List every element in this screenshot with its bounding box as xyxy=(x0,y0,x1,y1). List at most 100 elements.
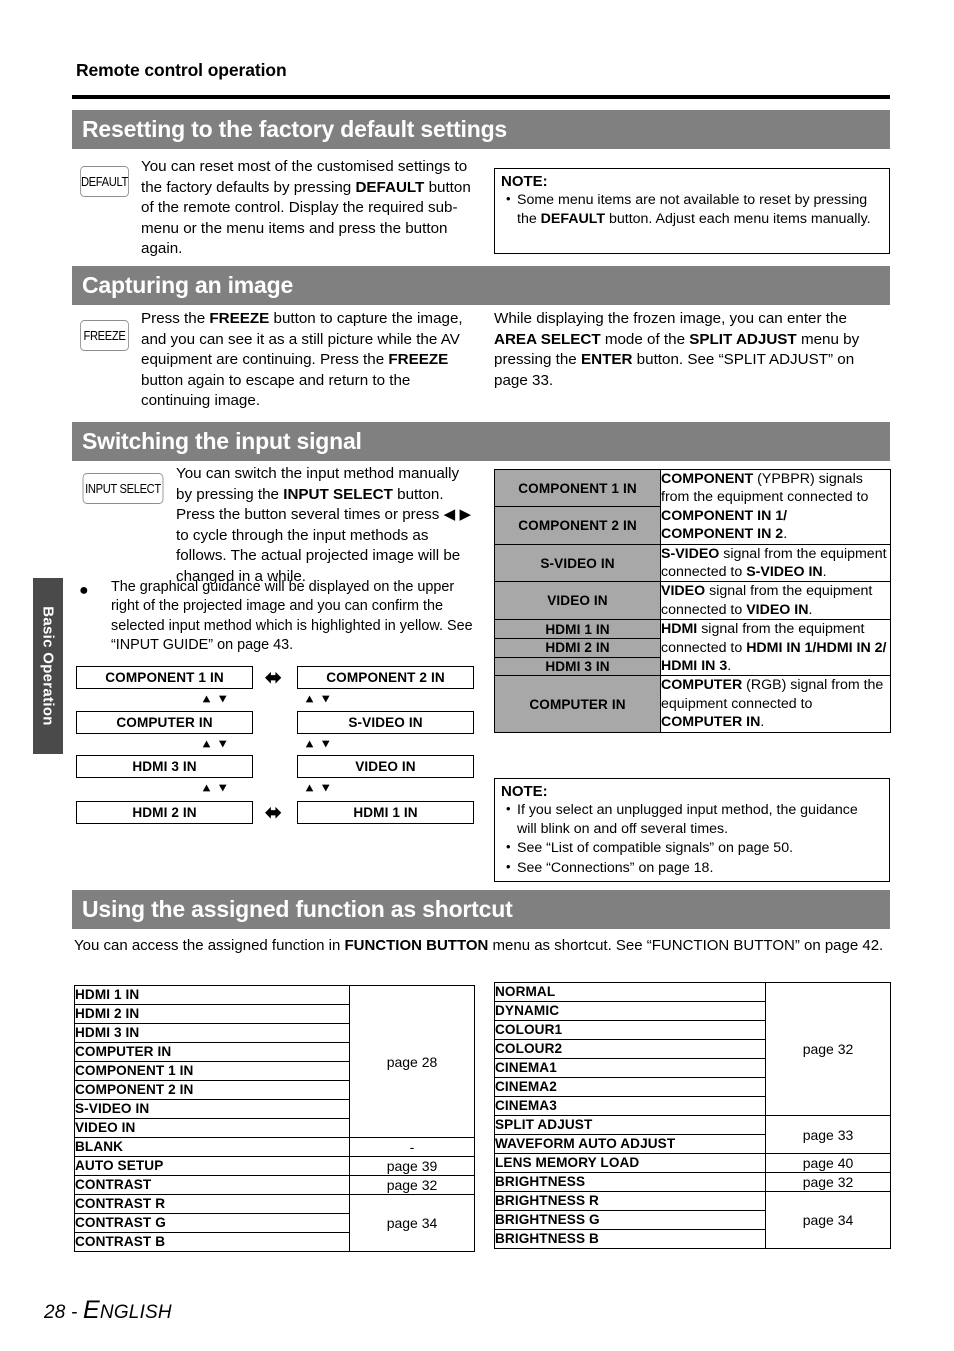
arrow-up-icon: ⯅ xyxy=(304,690,316,708)
table-row: VIDEO IN VIDEO signal from the equipment … xyxy=(494,581,891,621)
switching-bullet-text: The graphical guidance will be displayed… xyxy=(111,579,473,654)
table-row: HDMI 1 IN page 28 xyxy=(74,985,475,1138)
running-head: Remote control operation xyxy=(76,60,287,80)
shortcut-item-cell: CONTRAST G xyxy=(74,1213,350,1233)
shortcut-item-cell: WAVEFORM AUTO ADJUST xyxy=(494,1134,766,1154)
shortcut-item-cell: HDMI 1 IN xyxy=(74,985,350,1005)
shortcut-item-cell: BRIGHTNESS xyxy=(494,1172,766,1192)
table-row: BLANK - xyxy=(74,1137,475,1157)
table-row: BRIGHTNESS Rpage 34 xyxy=(494,1191,891,1249)
cycle-arrows-left-2: ⯅ ⯆ xyxy=(201,779,229,797)
shortcut-item-cell: LENS MEMORY LOAD xyxy=(494,1153,766,1173)
shortcut-item-cell: CINEMA2 xyxy=(494,1077,766,1097)
shortcut-item-cell: CONTRAST xyxy=(74,1175,350,1195)
cycle-arrows-right-1: ⯅ ⯆ xyxy=(304,735,332,753)
signal-label-cell: COMPONENT 1 IN xyxy=(494,468,661,508)
section-heading-switching: Switching the input signal xyxy=(72,422,890,461)
cycle-box-left-3: HDMI 2 IN xyxy=(76,801,253,824)
bullet-dot-icon: ● xyxy=(79,582,89,599)
header-rule xyxy=(72,95,890,99)
shortcut-item-cell: COMPUTER IN xyxy=(74,1042,350,1062)
shortcut-table-right: NORMAL page 32 DYNAMIC COLOUR1 COLOUR2 CINEMA… xyxy=(494,982,891,1249)
signal-label-cell: HDMI 1 IN xyxy=(494,619,661,639)
note-item: See “Connections” on page 18. xyxy=(506,858,881,878)
table-row: BRIGHTNESS page 32 xyxy=(494,1172,891,1192)
table-row: COMPUTER IN COMPUTER (RGB) signal from th… xyxy=(494,675,891,733)
signal-label-cell: COMPONENT 2 IN xyxy=(494,506,661,545)
document-page: Remote control operation Basic Operation… xyxy=(0,0,954,1351)
shortcut-page-cell: page 32 xyxy=(349,1175,475,1195)
signal-label-cell: HDMI 2 IN xyxy=(494,637,661,658)
arrow-down-icon: ⯆ xyxy=(320,779,332,797)
table-row: SPLIT ADJUST page 33 xyxy=(494,1115,891,1154)
cycle-arrows-left-0: ⯅ ⯆ xyxy=(201,690,229,708)
signal-label-cell: VIDEO IN xyxy=(494,581,661,621)
shortcut-page-cell: page 32 xyxy=(765,1172,891,1192)
note-item: If you select an unplugged input method,… xyxy=(506,800,881,838)
shortcut-page-cell: page 28 xyxy=(349,985,475,1138)
reset-body-text: You can reset most of the customised set… xyxy=(141,158,471,258)
shortcut-page-cell: page 39 xyxy=(349,1156,475,1176)
arrow-up-icon: ⯅ xyxy=(304,779,316,797)
signal-label-cell: S-VIDEO IN xyxy=(494,543,661,583)
arrow-up-icon: ⯅ xyxy=(304,735,316,753)
shortcut-item-cell: COLOUR1 xyxy=(494,1020,766,1040)
footer-page-number: 28 - xyxy=(44,1302,84,1323)
section-heading-reset: Resetting to the factory default setting… xyxy=(72,110,890,149)
table-row: AUTO SETUP page 39 xyxy=(74,1156,475,1176)
footer-language-rest: NGLISH xyxy=(99,1302,172,1323)
arrow-down-icon: ⯆ xyxy=(320,690,332,708)
chapter-tab-label: Basic Operation xyxy=(39,606,57,726)
cycle-box-left-1: COMPUTER IN xyxy=(76,711,253,734)
shortcut-item-cell: S-VIDEO IN xyxy=(74,1099,350,1119)
shortcut-page-cell: page 32 xyxy=(765,982,891,1116)
shortcut-item-cell: COMPONENT 2 IN xyxy=(74,1080,350,1100)
shortcut-page-cell: page 40 xyxy=(765,1153,891,1173)
shortcut-item-cell: CONTRAST B xyxy=(74,1232,350,1252)
note-list-reset: Some menu items are not available to res… xyxy=(495,190,889,233)
shortcut-page-cell: page 34 xyxy=(349,1194,475,1252)
shortcut-item-cell: COLOUR2 xyxy=(494,1039,766,1059)
shortcut-item-cell: NORMAL xyxy=(494,982,766,1002)
signal-description-cell: COMPONENT (YPBPR) signals from the equip… xyxy=(660,469,891,545)
note-title: NOTE: xyxy=(501,783,548,800)
arrow-up-icon: ⯅ xyxy=(201,779,213,797)
table-row: HDMI 1 IN HDMI signal from the equipment … xyxy=(494,619,891,677)
shortcut-item-cell: BRIGHTNESS B xyxy=(494,1229,766,1249)
cycle-box-right-3: HDMI 1 IN xyxy=(297,801,474,824)
arrow-down-icon: ⯆ xyxy=(320,735,332,753)
note-item: See “List of compatible signals” on page… xyxy=(506,838,881,858)
shortcut-item-cell: SPLIT ADJUST xyxy=(494,1115,766,1135)
note-title: NOTE: xyxy=(501,173,548,190)
table-row: LENS MEMORY LOAD page 40 xyxy=(494,1153,891,1173)
note-item: Some menu items are not available to res… xyxy=(506,190,881,228)
note-box-reset: NOTE: Some menu items are not available … xyxy=(494,168,890,254)
cycle-box-right-1: S-VIDEO IN xyxy=(297,711,474,734)
shortcut-item-cell: HDMI 3 IN xyxy=(74,1023,350,1043)
shortcut-item-cell: BRIGHTNESS G xyxy=(494,1210,766,1230)
arrow-up-icon: ⯅ xyxy=(201,735,213,753)
section-heading-shortcut: Using the assigned function as shortcut xyxy=(72,890,890,929)
signal-description-cell: HDMI signal from the equipment connected… xyxy=(660,619,891,677)
table-row: COMPONENT 1 IN COMPONENT (YPBPR) signals … xyxy=(494,468,891,545)
chapter-tab: Basic Operation xyxy=(33,578,63,754)
shortcut-page-cell: page 34 xyxy=(765,1191,891,1249)
arrow-down-icon: ⯆ xyxy=(217,735,229,753)
section-heading-capture: Capturing an image xyxy=(72,266,890,305)
shortcut-item-cell: HDMI 2 IN xyxy=(74,1004,350,1024)
arrow-down-icon: ⯆ xyxy=(217,690,229,708)
table-row: S-VIDEO IN S-VIDEO signal from the equipm… xyxy=(494,543,891,583)
footer-language-initial: E xyxy=(83,1296,100,1324)
cycle-box-left-0: COMPONENT 1 IN xyxy=(76,666,253,689)
cycle-box-right-0: COMPONENT 2 IN xyxy=(297,666,474,689)
arrow-down-icon: ⯆ xyxy=(217,779,229,797)
cycle-arrows-right-0: ⯅ ⯆ xyxy=(304,690,332,708)
cycle-arrow-horizontal-top: ⬌ xyxy=(265,667,282,689)
signal-description-cell: COMPUTER (RGB) signal from the equipment… xyxy=(660,675,891,733)
table-row: NORMAL page 32 xyxy=(494,982,891,1116)
note-box-switching: NOTE: If you select an unplugged input m… xyxy=(494,778,890,882)
shortcut-item-cell: BRIGHTNESS R xyxy=(494,1191,766,1211)
shortcut-table-left: HDMI 1 IN page 28 HDMI 2 IN HDMI 3 IN COMPUT… xyxy=(74,985,475,1252)
shortcut-page-cell: page 33 xyxy=(765,1115,891,1154)
capture-body-left: Press the FREEZE button to capture the i… xyxy=(141,310,463,410)
